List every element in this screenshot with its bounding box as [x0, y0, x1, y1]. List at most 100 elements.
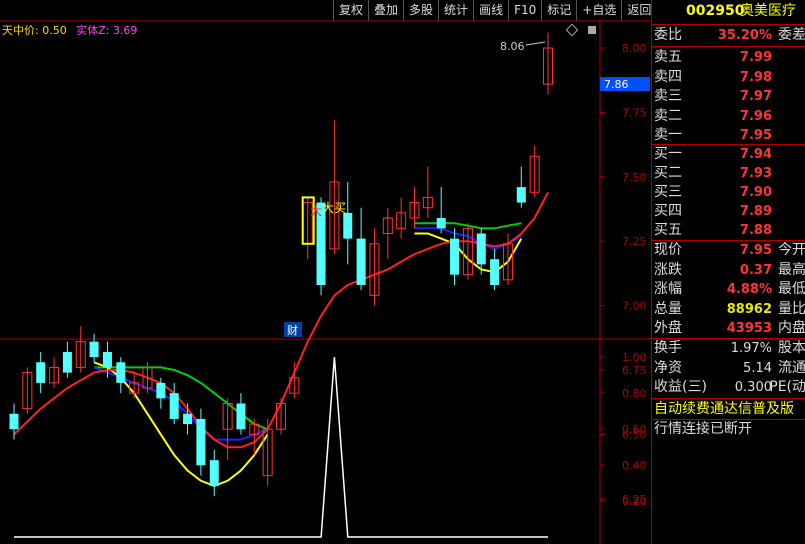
candle-body-down	[36, 362, 46, 383]
quote-panel: 002950 奥美医疗 委比 35.20% 委差 卖五 7.99 卖四 7.98 卖三 7…	[651, 0, 805, 544]
buy-value: 7.89	[739, 204, 772, 219]
stat2-label2: PE(动	[769, 379, 805, 395]
buy-row: 买一 7.94	[654, 145, 805, 164]
stat-value: 7.95	[739, 243, 772, 258]
buy-label: 大买	[322, 201, 346, 215]
price-tick-label: 6.75	[622, 364, 647, 377]
buy-row: 买三 7.90	[654, 183, 805, 202]
stat-label: 涨跌	[654, 261, 682, 278]
stat2-label2: 流通	[778, 359, 805, 376]
candle-body-down	[516, 187, 526, 203]
sell-value: 7.95	[739, 128, 772, 143]
weibi-value: 35.20%	[717, 28, 772, 43]
stat-value: 43953	[726, 321, 772, 336]
sell-row: 卖一 7.95	[654, 126, 805, 145]
price-tick-label: 7.50	[622, 171, 647, 184]
candle-body-down	[356, 238, 366, 285]
candle-body-down	[450, 238, 460, 275]
stat-label: 总量	[654, 300, 682, 317]
stat2-label2: 股本	[778, 340, 805, 356]
buy-value: 7.93	[739, 166, 772, 181]
notice-text[interactable]: 自动续费通达信普及版	[654, 400, 805, 419]
price-tick-label: 7.25	[622, 235, 647, 248]
sub-indicator-line	[14, 356, 548, 538]
stat2-row: 净资 5.14 流通	[654, 359, 805, 378]
stat-row: 总量 88962 量比	[654, 300, 805, 319]
stat-value: 0.37	[739, 262, 772, 278]
high-label: 8.06	[500, 40, 525, 53]
sell-value: 7.96	[739, 108, 772, 124]
sell-value: 7.98	[739, 69, 772, 85]
candle-body-down	[490, 259, 500, 285]
candle-body-down	[209, 460, 219, 486]
stat-value: 88962	[726, 301, 772, 317]
buy-value: 7.90	[739, 185, 772, 200]
buy-row: 买五 7.88	[654, 221, 805, 240]
buy-row: 买四 7.89	[654, 202, 805, 221]
stock-name: 奥美医疗	[740, 3, 796, 19]
candle-body-down	[62, 351, 72, 373]
stat-label: 现价	[654, 242, 682, 258]
stat2-value: 5.14	[743, 360, 772, 376]
sell-row: 卖三 7.97	[654, 87, 805, 106]
stat2-row: 收益(三) 0.300 PE(动	[654, 378, 805, 397]
stat-row: 外盘 43953 内盘	[654, 319, 805, 338]
stat-label2: 内盘	[778, 320, 805, 336]
candle-body-down	[476, 233, 486, 265]
sell-row: 卖二 7.96	[654, 107, 805, 126]
buy-marker: 大	[310, 204, 322, 218]
buy-row: 买二 7.93	[654, 164, 805, 183]
stat-value: 4.88%	[726, 282, 772, 297]
sell-value: 7.99	[739, 50, 772, 65]
stat-label: 外盘	[654, 320, 682, 336]
weicha-label: 委差	[778, 27, 805, 43]
stat-label: 涨幅	[654, 281, 682, 297]
stat2-value: 1.97%	[730, 341, 772, 356]
sub-tick-label: 0.60	[622, 423, 647, 436]
stat2-value: 0.300	[734, 380, 772, 395]
sub-tick-label: 0.40	[622, 459, 647, 472]
price-tick-label: 7.75	[622, 106, 647, 119]
candle-body-down	[156, 382, 166, 399]
sell-label: 卖四	[654, 68, 682, 85]
sell-label: 卖二	[654, 107, 682, 124]
price-tick-label: 7.00	[622, 300, 647, 313]
sell-label: 卖一	[654, 127, 682, 143]
stat2-row: 换手 1.97% 股本	[654, 339, 805, 358]
candle-body-down	[436, 218, 446, 229]
stock-header: 002950 奥美医疗	[654, 2, 805, 22]
sub-tick-label: 0.20	[622, 495, 647, 508]
candle-body-down	[116, 362, 126, 383]
sell-row: 卖五 7.99	[654, 48, 805, 67]
candle-body-down	[169, 393, 179, 419]
candle-body-down	[196, 418, 206, 466]
buy-value: 7.94	[739, 147, 772, 162]
connection-status: 行情连接已断开	[654, 421, 752, 437]
buy-label: 买五	[654, 222, 682, 238]
buy-label: 买四	[654, 203, 682, 219]
candle-body-down	[343, 212, 353, 239]
candle-body-down	[89, 341, 99, 358]
stock-code: 002950	[686, 3, 745, 19]
stat2-label: 收益(三)	[654, 379, 707, 395]
sub-tick-label: 1.00	[622, 351, 647, 364]
weibi-label: 委比	[654, 27, 682, 43]
weibi-row: 委比 35.20% 委差	[654, 26, 805, 45]
sub-tick-label: 0.80	[622, 387, 647, 400]
candle-body-down	[102, 351, 112, 368]
stat-label2: 最高	[778, 261, 805, 278]
high-arrow	[525, 41, 546, 46]
buy-label: 买一	[654, 146, 682, 162]
sell-label: 卖三	[654, 88, 682, 104]
window-icon	[588, 26, 596, 34]
candle-body-down	[183, 413, 193, 425]
buy-label: 买三	[654, 184, 682, 200]
stat-row: 涨跌 0.37 最高	[654, 261, 805, 280]
stat-row: 涨幅 4.88% 最低	[654, 280, 805, 299]
buy-label: 买二	[654, 165, 682, 181]
stat2-label: 净资	[654, 359, 682, 376]
stat-label2: 最低	[778, 281, 805, 297]
buy-value: 7.88	[739, 223, 772, 238]
chart-canvas[interactable]: 8.007.757.507.257.006.756.506.256.007.86…	[0, 0, 651, 544]
price-tick-label: 8.00	[622, 42, 647, 55]
